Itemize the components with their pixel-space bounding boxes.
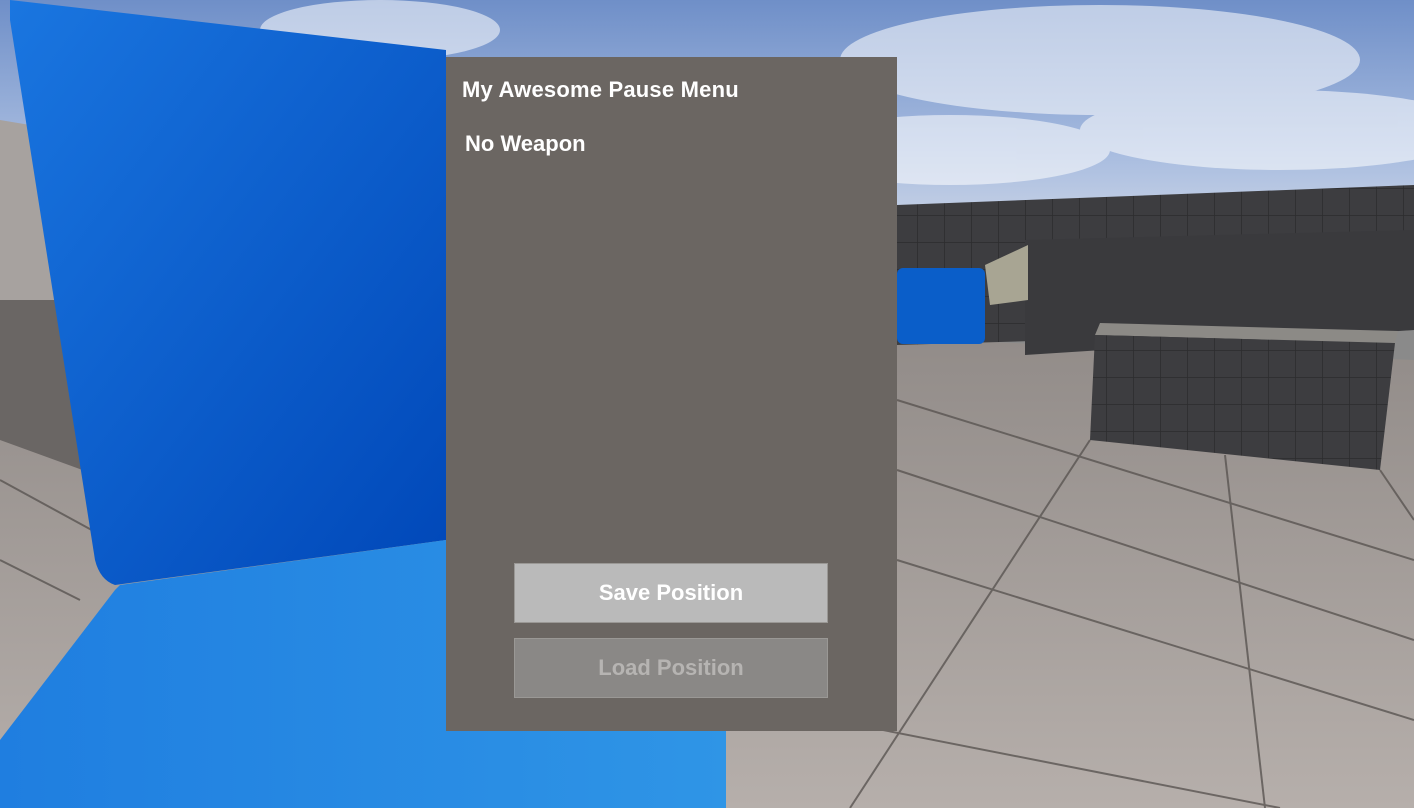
load-position-button[interactable]: Load Position: [514, 638, 828, 698]
save-position-button[interactable]: Save Position: [514, 563, 828, 623]
blue-cube-far: [897, 268, 985, 344]
weapon-status-label: No Weapon: [465, 131, 586, 156]
pause-menu-title: My Awesome Pause Menu: [462, 77, 739, 102]
pause-menu-panel: My Awesome Pause Menu No Weapon Save Pos…: [446, 57, 897, 731]
